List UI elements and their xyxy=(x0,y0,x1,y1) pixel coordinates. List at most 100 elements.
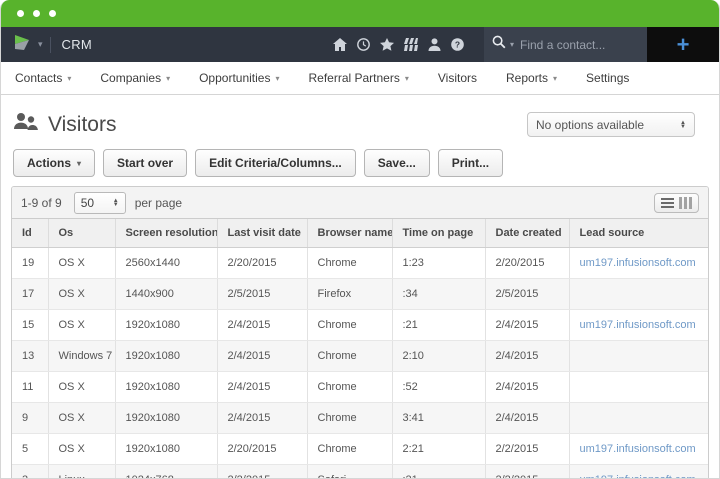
clock-icon[interactable] xyxy=(357,38,370,51)
cell-date-created: 2/4/2015 xyxy=(485,310,569,341)
cell-date-created: 2/4/2015 xyxy=(485,372,569,403)
cell-date-created: 2/20/2015 xyxy=(485,248,569,279)
contact-search-field[interactable]: ▾ Find a contact... xyxy=(484,27,647,62)
cell-time-on-page: :52 xyxy=(392,372,485,403)
cell-screen-resolution: 1920x1080 xyxy=(115,403,217,434)
table-row[interactable]: 19OS X2560x14402/20/2015Chrome1:232/20/2… xyxy=(12,248,709,279)
app-window: ▾ CRM xyxy=(0,0,720,479)
apps-icon[interactable] xyxy=(404,38,418,51)
help-icon[interactable]: ? xyxy=(451,38,464,51)
page-header: Visitors No options available ▲▼ xyxy=(1,95,719,137)
cell-time-on-page: 3:41 xyxy=(392,403,485,434)
table-row[interactable]: 9OS X1920x10802/4/2015Chrome3:412/4/2015 xyxy=(12,403,709,434)
select-updown-icon: ▲▼ xyxy=(113,199,119,207)
menubar-item-companies[interactable]: Companies ▾ xyxy=(100,71,170,85)
actions-button[interactable]: Actions▾ xyxy=(13,149,95,177)
menubar-item-reports[interactable]: Reports▾ xyxy=(506,71,557,85)
cell-browser-name: Chrome xyxy=(307,341,392,372)
cell-os: OS X xyxy=(48,403,115,434)
lead-source-link[interactable]: um197.infusionsoft.com xyxy=(580,474,696,479)
chevron-down-icon: ▾ xyxy=(166,74,170,83)
table-row[interactable]: 5OS X1920x10802/20/2015Chrome2:212/2/201… xyxy=(12,434,709,465)
cell-lead-source xyxy=(569,279,709,310)
chevron-down-icon: ▾ xyxy=(553,74,557,83)
column-header-last-visit-date[interactable]: Last visit date xyxy=(217,219,307,248)
cell-last-visit-date: 2/4/2015 xyxy=(217,341,307,372)
saved-search-select[interactable]: No options available ▲▼ xyxy=(527,112,695,137)
window-dot[interactable] xyxy=(17,10,24,17)
list-toolbar: 1-9 of 9 50 ▲▼ per page xyxy=(12,187,708,219)
edit-criteria-columns-button[interactable]: Edit Criteria/Columns... xyxy=(195,149,356,177)
cell-last-visit-date: 2/4/2015 xyxy=(217,372,307,403)
cell-browser-name: Chrome xyxy=(307,434,392,465)
table-row[interactable]: 13Windows 71920x10802/4/2015Chrome2:102/… xyxy=(12,341,709,372)
window-dot[interactable] xyxy=(49,10,56,17)
button-label: Save... xyxy=(378,156,416,170)
menubar-item-opportunities[interactable]: Opportunities▾ xyxy=(199,71,279,85)
list-view-icon[interactable] xyxy=(661,198,674,208)
chevron-down-icon: ▾ xyxy=(405,74,409,83)
cell-id: 3 xyxy=(12,465,48,479)
menubar-item-settings[interactable]: Settings xyxy=(586,71,629,85)
cell-last-visit-date: 2/20/2015 xyxy=(217,248,307,279)
visitors-list-panel: 1-9 of 9 50 ▲▼ per page IdOsScreen resol… xyxy=(11,186,709,479)
cell-date-created: 2/5/2015 xyxy=(485,279,569,310)
start-over-button[interactable]: Start over xyxy=(103,149,187,177)
print-button[interactable]: Print... xyxy=(438,149,503,177)
menubar-item-label: Opportunities xyxy=(199,71,270,85)
cell-time-on-page: 1:23 xyxy=(392,248,485,279)
home-icon[interactable] xyxy=(333,38,347,51)
table-row[interactable]: 15OS X1920x10802/4/2015Chrome:212/4/2015… xyxy=(12,310,709,341)
view-toggle[interactable] xyxy=(654,193,699,213)
column-header-id[interactable]: Id xyxy=(12,219,48,248)
menubar-item-label: Companies xyxy=(100,71,161,85)
table-row[interactable]: 11OS X1920x10802/4/2015Chrome:522/4/2015 xyxy=(12,372,709,403)
brand-area: ▾ CRM xyxy=(1,27,92,62)
page-title: Visitors xyxy=(48,113,116,137)
select-updown-icon: ▲▼ xyxy=(680,121,686,129)
column-header-lead-source[interactable]: Lead source xyxy=(569,219,709,248)
menubar-item-label: Contacts xyxy=(15,71,62,85)
menubar-item-referral-partners[interactable]: Referral Partners ▾ xyxy=(308,71,408,85)
window-titlebar xyxy=(1,0,719,27)
column-header-browser-name[interactable]: Browser name xyxy=(307,219,392,248)
menubar-item-visitors[interactable]: Visitors xyxy=(438,71,477,85)
cell-screen-resolution: 1920x1080 xyxy=(115,310,217,341)
cell-lead-source: um197.infusionsoft.com xyxy=(569,465,709,479)
cell-id: 9 xyxy=(12,403,48,434)
cell-time-on-page: 2:21 xyxy=(392,434,485,465)
quick-add-button[interactable]: + xyxy=(647,27,719,62)
search-scope-caret-icon[interactable]: ▾ xyxy=(510,40,514,49)
cell-lead-source: um197.infusionsoft.com xyxy=(569,310,709,341)
column-header-os[interactable]: Os xyxy=(48,219,115,248)
top-navbar: ▾ CRM xyxy=(1,27,719,62)
lead-source-link[interactable]: um197.infusionsoft.com xyxy=(580,443,696,455)
cell-time-on-page: :21 xyxy=(392,310,485,341)
cell-lead-source: um197.infusionsoft.com xyxy=(569,434,709,465)
table-row[interactable]: 17OS X1440x9002/5/2015Firefox:342/5/2015 xyxy=(12,279,709,310)
column-view-icon[interactable] xyxy=(679,197,692,209)
lead-source-link[interactable]: um197.infusionsoft.com xyxy=(580,257,696,269)
save-button[interactable]: Save... xyxy=(364,149,430,177)
menubar-item-label: Referral Partners xyxy=(308,71,399,85)
menubar-item-label: Visitors xyxy=(438,71,477,85)
window-dot[interactable] xyxy=(33,10,40,17)
cell-time-on-page: :34 xyxy=(392,279,485,310)
navbar-icon-group: ? xyxy=(333,27,484,62)
cell-lead-source: um197.infusionsoft.com xyxy=(569,248,709,279)
cell-last-visit-date: 2/4/2015 xyxy=(217,310,307,341)
menubar-item-contacts[interactable]: Contacts▾ xyxy=(15,71,71,85)
star-icon[interactable] xyxy=(380,38,394,51)
cell-os: OS X xyxy=(48,248,115,279)
cell-time-on-page: :21 xyxy=(392,465,485,479)
table-row[interactable]: 3Linux1024x7682/2/2015Safari:212/2/2015u… xyxy=(12,465,709,479)
column-header-time-on-page[interactable]: Time on page xyxy=(392,219,485,248)
lead-source-link[interactable]: um197.infusionsoft.com xyxy=(580,319,696,331)
column-header-date-created[interactable]: Date created xyxy=(485,219,569,248)
chevron-down-icon[interactable]: ▾ xyxy=(38,39,43,50)
column-header-screen-resolution[interactable]: Screen resolution xyxy=(115,219,217,248)
infusionsoft-logo-icon[interactable] xyxy=(12,32,32,57)
cell-id: 19 xyxy=(12,248,48,279)
page-size-select[interactable]: 50 ▲▼ xyxy=(74,192,126,214)
user-icon[interactable] xyxy=(428,38,441,51)
